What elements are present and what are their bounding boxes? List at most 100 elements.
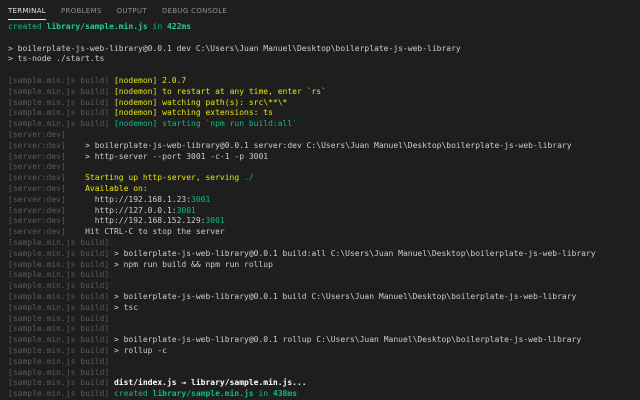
terminal-text: [sample.min.js build] — [8, 259, 114, 269]
terminal-text: [server:dev] — [8, 162, 66, 172]
terminal-line: [sample.min.js build] [nodemon] 2.0.7 — [8, 76, 640, 87]
terminal-text: [nodemon] to restart at any time, enter … — [113, 86, 326, 96]
terminal-text: > boilerplate-js-web-library@0.0.1 build… — [113, 291, 577, 301]
terminal-line: [server:dev] — [8, 162, 640, 173]
terminal-text: [sample.min.js build] — [8, 302, 114, 312]
terminal-text: Available on: — [85, 183, 148, 193]
terminal-line: [sample.min.js build] — [8, 314, 640, 325]
terminal-text: http://192.168.152.129: — [85, 216, 206, 226]
terminal-text: [sample.min.js build] — [8, 237, 110, 247]
terminal-text: > ts-node ./start.ts — [8, 54, 105, 64]
terminal-text: [sample.min.js build] — [8, 119, 114, 129]
terminal-text: [sample.min.js build] — [8, 75, 114, 85]
terminal-text: > http-server --port 3001 -c-1 -p 3001 — [85, 151, 269, 161]
terminal-text: [sample.min.js build] — [8, 313, 110, 323]
terminal-text: [sample.min.js build] — [8, 378, 114, 388]
terminal-line: [sample.min.js build] > boilerplate-js-w… — [8, 292, 640, 303]
terminal-line: [server:dev] http://192.168.152.129:3001 — [8, 216, 640, 227]
terminal-text: [server:dev] — [8, 205, 86, 215]
terminal-text: > tsc — [113, 302, 139, 312]
terminal-line: created library/sample.min.js in 422ms — [8, 22, 640, 33]
terminal-line: [server:dev] Starting up http-server, se… — [8, 173, 640, 184]
tab-problems[interactable]: PROBLEMS — [61, 7, 102, 20]
terminal-line: [sample.min.js build] dist/index.js → li… — [8, 378, 640, 389]
terminal-text: 3001 — [191, 194, 211, 204]
terminal-line: [sample.min.js build] — [8, 368, 640, 379]
terminal-line: [sample.min.js build] > npm run build &&… — [8, 260, 640, 271]
terminal-line: [server:dev] > http-server --port 3001 -… — [8, 152, 640, 163]
terminal-text: > npm run build && npm run rollup — [113, 259, 273, 269]
terminal-line: [server:dev] Available on: — [8, 184, 640, 195]
terminal-line: [sample.min.js build] > boilerplate-js-w… — [8, 249, 640, 260]
terminal-line: [sample.min.js build] > boilerplate-js-w… — [8, 335, 640, 346]
terminal-line: > ts-node ./start.ts — [8, 54, 640, 65]
terminal-text: 422ms — [166, 22, 192, 31]
terminal-output[interactable]: created library/sample.min.js in 422ms >… — [0, 20, 640, 400]
terminal-text: [nodemon] watching path(s): src\**\* — [113, 97, 288, 107]
terminal-text: library/sample.min.js — [152, 389, 254, 399]
terminal-text: > boilerplate-js-web-library@0.0.1 serve… — [85, 140, 572, 150]
terminal-text: [server:dev] — [8, 173, 86, 183]
terminal-text: [sample.min.js build] — [8, 281, 110, 291]
terminal-text: Starting up http-server, serving — [85, 173, 245, 183]
terminal-text: [server:dev] — [8, 227, 86, 237]
terminal-line: [server:dev] Hit CTRL-C to stop the serv… — [8, 227, 640, 238]
terminal-line: [sample.min.js build] — [8, 270, 640, 281]
terminal-line: [sample.min.js build] — [8, 238, 640, 249]
terminal-text: > boilerplate-js-web-library@0.0.1 rollu… — [113, 335, 582, 345]
terminal-line: [sample.min.js build] created library/sa… — [8, 389, 640, 400]
terminal-line: [sample.min.js build] [nodemon] watching… — [8, 98, 640, 109]
terminal-text: > boilerplate-js-web-library@0.0.1 dev C… — [8, 43, 461, 53]
terminal-line: [sample.min.js build] [nodemon] watching… — [8, 108, 640, 119]
terminal-line: [sample.min.js build] [nodemon] to resta… — [8, 87, 640, 98]
terminal-line: [sample.min.js build] — [8, 281, 640, 292]
tab-terminal[interactable]: TERMINAL — [8, 7, 46, 20]
terminal-text: [sample.min.js build] — [8, 97, 114, 107]
terminal-line: [server:dev] — [8, 130, 640, 141]
terminal-text: [nodemon] 2.0.7 — [113, 75, 187, 85]
terminal-text: in — [147, 22, 167, 31]
terminal-text: [server:dev] — [8, 129, 66, 139]
tab-debug-console[interactable]: DEBUG CONSOLE — [162, 7, 227, 20]
terminal-text: created — [8, 22, 47, 31]
terminal-text: [sample.min.js build] — [8, 345, 114, 355]
terminal-text: [server:dev] — [8, 151, 86, 161]
terminal-text: http://127.0.0.1: — [85, 205, 177, 215]
terminal-line: [sample.min.js build] > rollup -c — [8, 346, 640, 357]
terminal-text: [sample.min.js build] — [8, 108, 114, 118]
terminal-line: [sample.min.js build] > tsc — [8, 303, 640, 314]
terminal-text: http://192.168.1.23: — [85, 194, 192, 204]
terminal-text: created — [113, 389, 153, 399]
terminal-text: > rollup -c — [113, 345, 167, 355]
terminal-text: [sample.min.js build] — [8, 389, 114, 399]
terminal-line: [server:dev] http://127.0.0.1:3001 — [8, 206, 640, 217]
terminal-line: > boilerplate-js-web-library@0.0.1 dev C… — [8, 44, 640, 55]
terminal-line: [server:dev] http://192.168.1.23:3001 — [8, 195, 640, 206]
terminal-text: > boilerplate-js-web-library@0.0.1 build… — [113, 248, 596, 258]
terminal-text: [sample.min.js build] — [8, 86, 114, 96]
terminal-text: [server:dev] — [8, 216, 86, 226]
terminal-text: [server:dev] — [8, 194, 86, 204]
terminal-text: [sample.min.js build] — [8, 270, 110, 280]
terminal-text: 3001 — [205, 216, 225, 226]
terminal-line: [sample.min.js build] [nodemon] starting… — [8, 119, 640, 130]
terminal-text: [server:dev] — [8, 140, 86, 150]
terminal-text: [nodemon] starting `npm run build:all` — [113, 119, 297, 129]
terminal-text: ./ — [244, 173, 254, 183]
terminal-text: Hit CTRL-C to stop the server — [85, 227, 225, 237]
terminal-line: [sample.min.js build] — [8, 324, 640, 335]
tab-output[interactable]: OUTPUT — [117, 7, 147, 20]
terminal-line: [server:dev] > boilerplate-js-web-librar… — [8, 141, 640, 152]
terminal-text: library/sample.min.js — [46, 22, 148, 31]
terminal-text: [sample.min.js build] — [8, 367, 110, 377]
terminal-line: [sample.min.js build] — [8, 357, 640, 368]
terminal-text: dist/index.js → library/sample.min.js... — [113, 378, 307, 388]
terminal-text: [sample.min.js build] — [8, 356, 110, 366]
terminal-text: [sample.min.js build] — [8, 291, 114, 301]
terminal-text: 3001 — [176, 205, 196, 215]
terminal-text: in — [253, 389, 273, 399]
panel-tab-bar: TERMINAL PROBLEMS OUTPUT DEBUG CONSOLE — [0, 0, 640, 20]
terminal-text: 438ms — [272, 389, 298, 399]
